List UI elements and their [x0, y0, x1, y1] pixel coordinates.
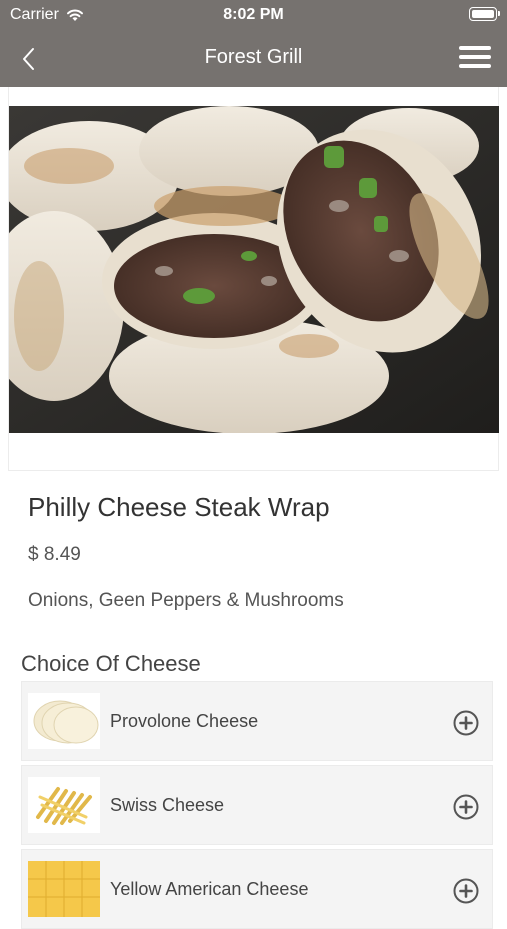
options-section-title: Choice Of Cheese: [21, 651, 201, 676]
status-time: 8:02 PM: [223, 6, 284, 23]
battery-icon: [469, 7, 500, 21]
item-name: Philly Cheese Steak Wrap: [28, 492, 330, 522]
option-row-provolone[interactable]: Provolone Cheese: [21, 681, 493, 761]
option-label: Yellow American Cheese: [110, 879, 309, 899]
menu-button[interactable]: [459, 46, 493, 70]
item-description: Onions, Geen Peppers & Mushrooms: [28, 590, 344, 611]
hamburger-menu-icon: [459, 46, 493, 68]
yellow-american-cheese-thumbnail: [28, 861, 100, 917]
option-label: Provolone Cheese: [110, 711, 259, 731]
item-photo-card: [8, 87, 499, 471]
item-photo: [9, 106, 499, 433]
swiss-cheese-thumbnail: [28, 777, 100, 833]
add-circle-icon[interactable]: [453, 878, 479, 904]
status-bar: Carrier 8:02 PM: [0, 0, 507, 30]
item-price: $ 8.49: [28, 544, 81, 565]
option-label: Swiss Cheese: [110, 795, 225, 815]
provolone-cheese-thumbnail: [28, 693, 100, 749]
add-circle-icon[interactable]: [453, 794, 479, 820]
option-row-swiss[interactable]: Swiss Cheese: [21, 765, 493, 845]
page-title: Forest Grill: [204, 46, 303, 68]
navigation-bar: Forest Grill: [0, 30, 507, 87]
option-row-yellow-american[interactable]: Yellow American Cheese: [21, 849, 493, 929]
add-circle-icon[interactable]: [453, 710, 479, 736]
